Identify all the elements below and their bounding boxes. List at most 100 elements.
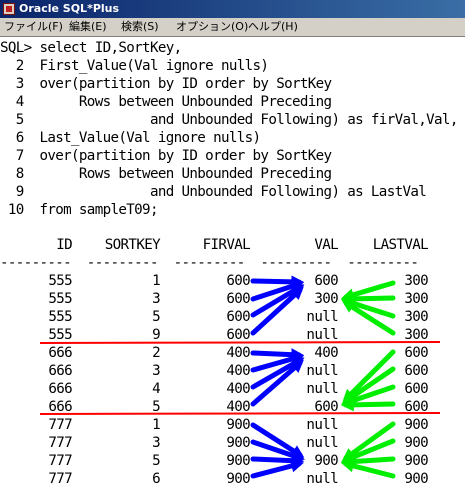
menu-help[interactable]: ヘルプ(H) [248,18,298,35]
cell-lastval: 300 [404,327,428,343]
sql-line: 4 Rows between Unbounded Preceding [0,94,332,110]
result-row: 666 2 400 400 600 [0,344,465,362]
cell-lastval: 600 [404,363,428,379]
cell-sortkey: 5 [152,399,161,415]
cell-sortkey: 1 [152,417,161,433]
cell-lastval: 900 [404,453,428,469]
sql-line: 8 Rows between Unbounded Preceding [0,166,332,182]
cell-firval: 900 [226,435,250,451]
sql-line: 2 First_Value(Val ignore nulls) [0,58,269,74]
cell-id: 666 [48,399,72,415]
cell-firval: 900 [226,417,250,433]
cell-sortkey: 3 [152,435,161,451]
cell-val: null [306,417,338,433]
cell-id: 666 [48,345,72,361]
menu-search[interactable]: 検索(S) [121,18,159,35]
result-row: 777 3 900 null 900 [0,434,465,452]
sql-line: 6 Last_Value(Val ignore nulls) [0,130,261,146]
menu-file[interactable]: ファイル(F) [4,18,63,35]
cell-lastval: 900 [404,417,428,433]
cell-lastval: 600 [404,399,428,415]
cell-id: 777 [48,435,72,451]
cell-id: 777 [48,417,72,433]
menu-options[interactable]: オプション(O) [176,18,248,35]
cell-lastval: 900 [404,435,428,451]
cell-firval: 400 [226,363,250,379]
column-header-id: ID [56,237,72,253]
menu-bar: ファイル(F) 編集(E) 検索(S) オプション(O) ヘルプ(H) [0,18,465,37]
column-header-sortkey: SORTKEY [104,237,161,253]
cell-val: 900 [314,453,338,469]
result-row: 777 6 900 null 900 [0,470,465,488]
cell-firval: 600 [226,291,250,307]
cell-val: 400 [314,345,338,361]
console-output[interactable]: SQL> select ID,SortKey, 2 First_Value(Va… [0,37,465,495]
cell-id: 666 [48,381,72,397]
cell-sortkey: 6 [152,471,161,487]
cell-id: 777 [48,453,72,469]
cell-firval: 600 [226,273,250,289]
column-header-val: VAL [314,237,338,253]
result-row: 777 1 900 null 900 [0,416,465,434]
result-separator: --------- --------- --------- --------- … [0,255,419,271]
title-bar[interactable]: Oracle SQL*Plus [0,0,465,18]
column-header-firval: FIRVAL [202,237,251,253]
cell-val: 600 [314,399,338,415]
cell-sortkey: 4 [152,381,161,397]
cell-firval: 900 [226,453,250,469]
cell-val: null [306,471,338,487]
cell-sortkey: 1 [152,273,161,289]
result-header-row: ID SORTKEY FIRVAL VAL LASTVAL [0,236,465,254]
cell-id: 555 [48,327,72,343]
sqlplus-window: Oracle SQL*Plus ファイル(F) 編集(E) 検索(S) オプショ… [0,0,465,495]
result-row: 777 5 900 900 900 [0,452,465,470]
cell-firval: 400 [226,399,250,415]
cell-lastval: 300 [404,309,428,325]
cell-val: null [306,363,338,379]
cell-val: null [306,309,338,325]
cell-id: 777 [48,471,72,487]
result-row: 555 5 600 null 300 [0,308,465,326]
cell-firval: 900 [226,471,250,487]
sql-line: SQL> select ID,SortKey, [0,40,182,56]
result-row: 666 3 400 null 600 [0,362,465,380]
cell-val: null [306,327,338,343]
sql-line: 5 and Unbounded Following) as firVal,Val… [0,112,459,128]
result-row: 555 9 600 null 300 [0,326,465,344]
sql-line: 7 over(partition by ID order by SortKey [0,148,332,164]
cell-id: 555 [48,291,72,307]
cell-val: null [306,435,338,451]
result-row: 666 5 400 600 600 [0,398,465,416]
cell-lastval: 600 [404,345,428,361]
cell-val: null [306,381,338,397]
result-row: 555 3 600 300 300 [0,290,465,308]
cell-sortkey: 2 [152,345,161,361]
cell-sortkey: 5 [152,309,161,325]
cell-firval: 600 [226,327,250,343]
cell-sortkey: 9 [152,327,161,343]
cell-val: 600 [314,273,338,289]
cell-firval: 400 [226,345,250,361]
cell-firval: 400 [226,381,250,397]
sql-line: 9 and Unbounded Following) as LastVal [0,184,427,200]
window-title: Oracle SQL*Plus [19,2,120,15]
cell-id: 555 [48,309,72,325]
cell-val: 300 [314,291,338,307]
cell-lastval: 900 [404,471,428,487]
sql-line: 10 from sampleT09; [0,202,159,218]
cell-lastval: 600 [404,381,428,397]
result-row: 555 1 600 600 300 [0,272,465,290]
menu-edit[interactable]: 編集(E) [69,18,107,35]
cell-lastval: 300 [404,291,428,307]
cell-firval: 600 [226,309,250,325]
cell-sortkey: 3 [152,291,161,307]
result-row: 666 4 400 null 600 [0,380,465,398]
column-header-lastval: LASTVAL [372,237,429,253]
oracle-app-icon [3,3,15,15]
cell-id: 555 [48,273,72,289]
cell-id: 666 [48,363,72,379]
cell-lastval: 300 [404,273,428,289]
sql-line: 3 over(partition by ID order by SortKey [0,76,332,92]
cell-sortkey: 5 [152,453,161,469]
cell-sortkey: 3 [152,363,161,379]
